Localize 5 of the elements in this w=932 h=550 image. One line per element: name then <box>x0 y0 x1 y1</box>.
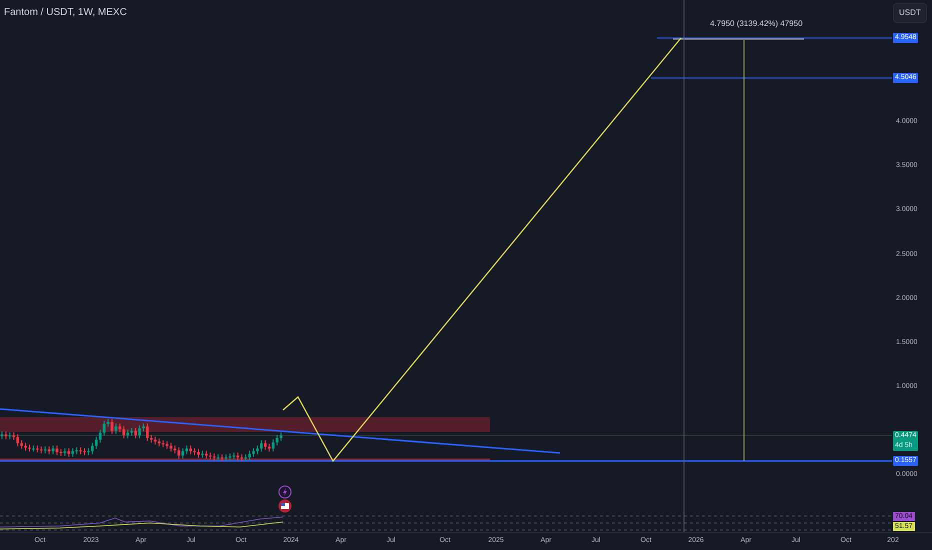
lightning-icon[interactable] <box>278 485 292 499</box>
flag-icon[interactable] <box>278 499 292 513</box>
chart-title: Fantom / USDT, 1W, MEXC <box>4 6 127 20</box>
currency-button[interactable]: USDT <box>893 3 927 23</box>
measure-label: 4.7950 (3139.42%) 47950 <box>710 18 803 30</box>
